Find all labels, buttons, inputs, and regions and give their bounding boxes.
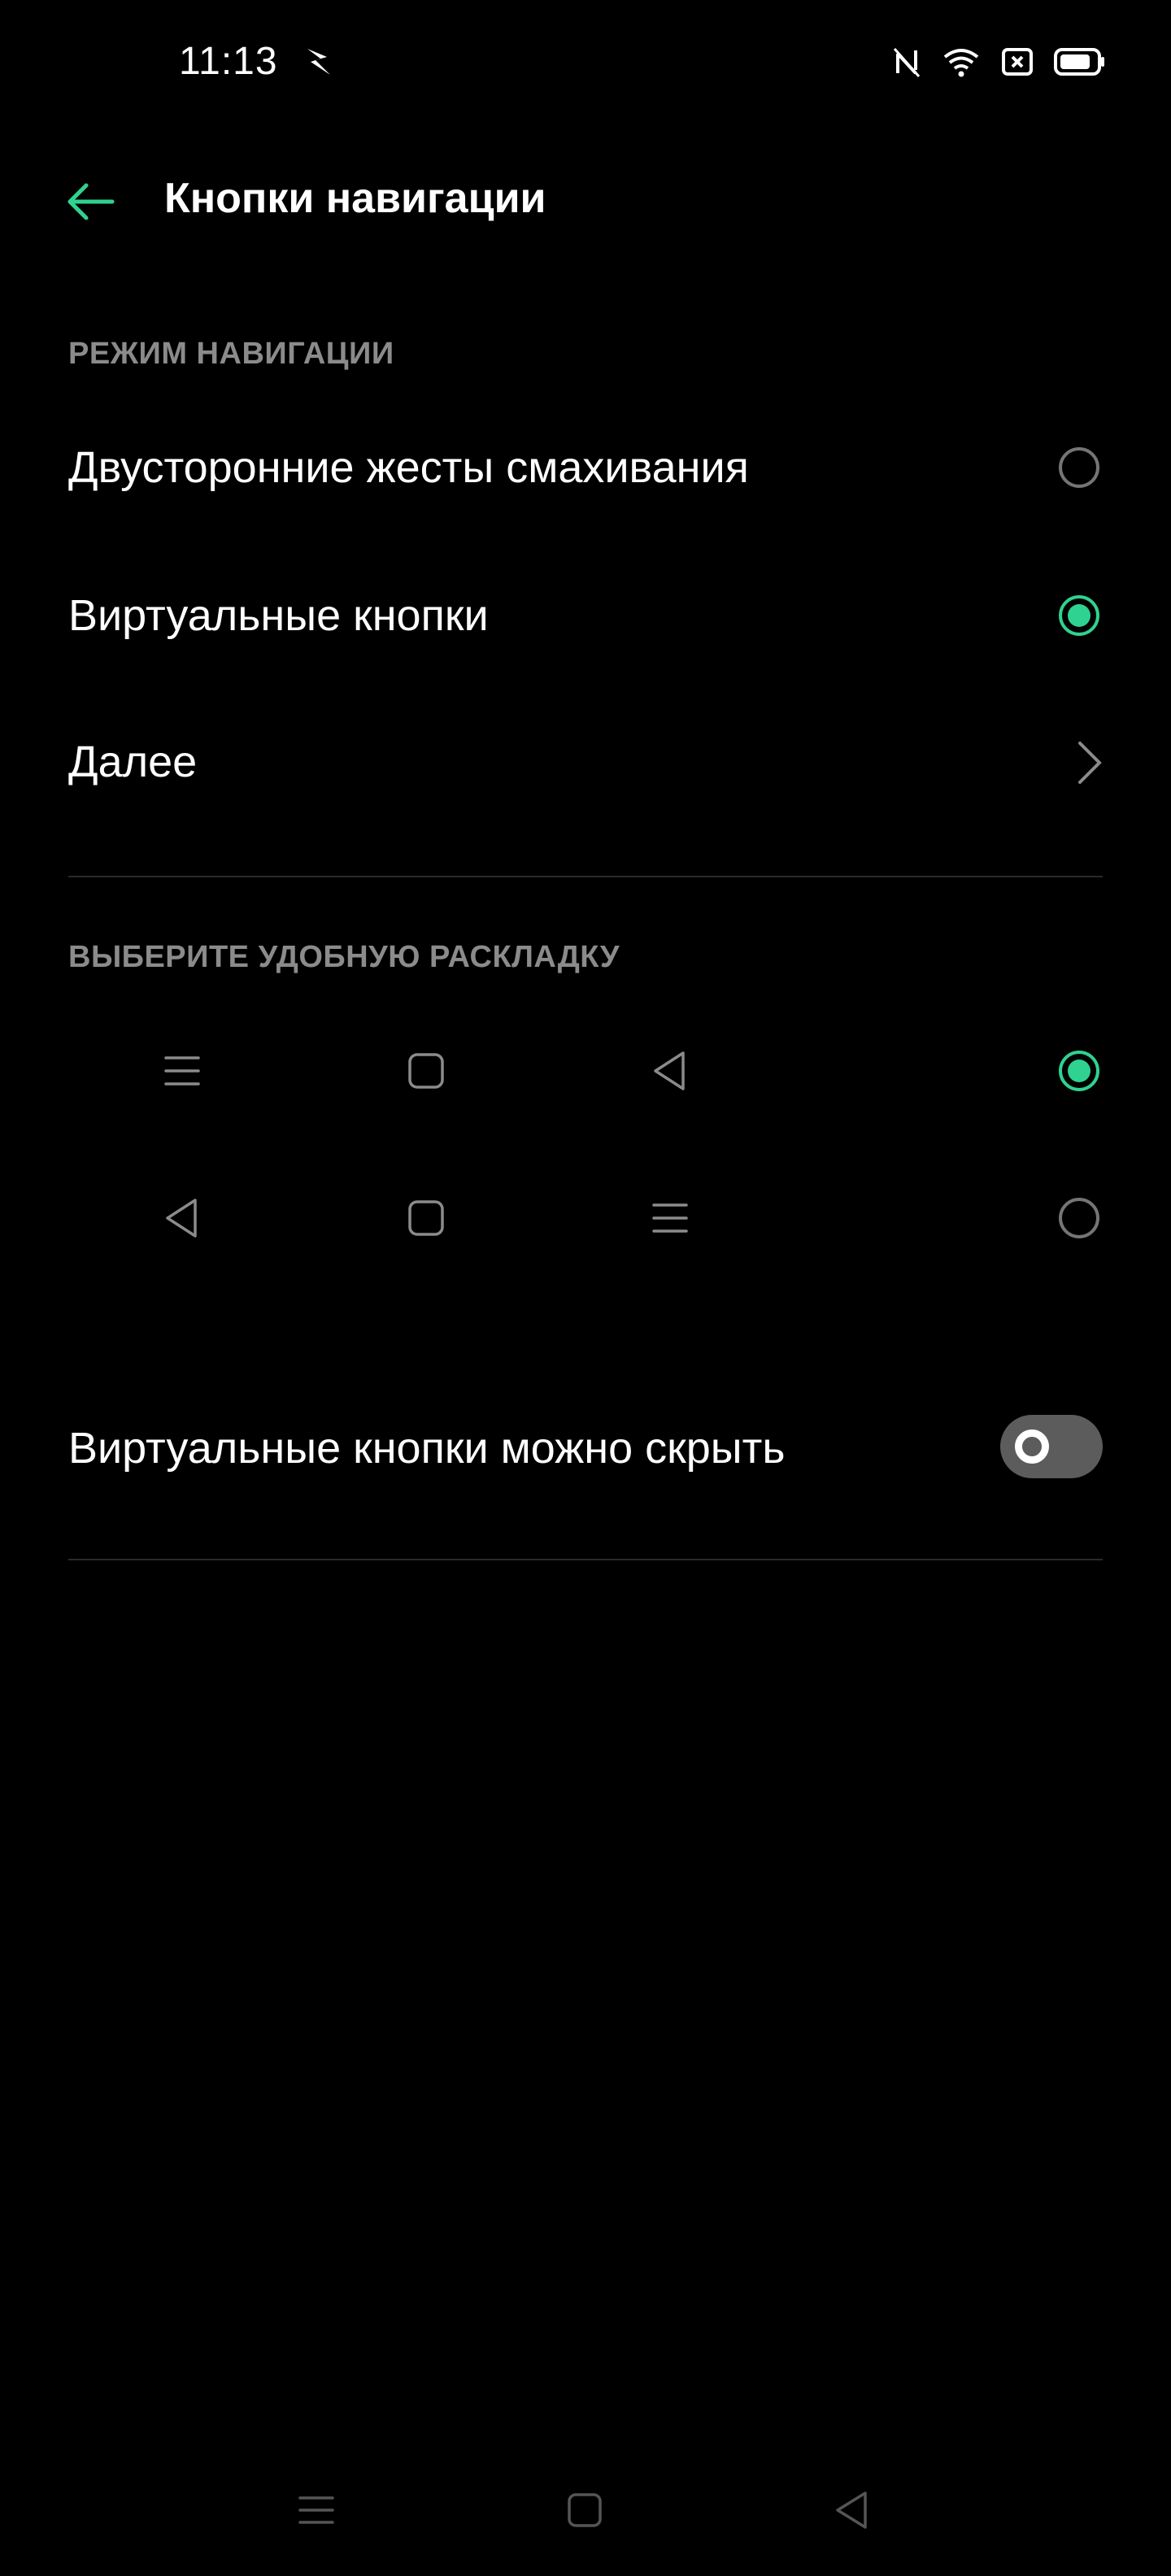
wifi-icon	[943, 49, 979, 77]
toggle-knob	[1015, 1429, 1049, 1464]
chevron-right-icon[interactable]	[1075, 738, 1104, 787]
radio-gestures[interactable]	[1059, 447, 1099, 488]
section-title-navigation-mode: РЕЖИМ НАВИГАЦИИ	[68, 337, 394, 371]
menu-icon	[652, 1203, 688, 1233]
back-triangle-icon	[654, 1051, 685, 1090]
sim-icon	[1002, 48, 1033, 76]
battery-icon	[1054, 48, 1104, 76]
home-square-icon	[408, 1200, 444, 1236]
hide-buttons-toggle[interactable]	[1000, 1415, 1103, 1478]
system-menu-icon[interactable]	[296, 2490, 337, 2530]
home-square-icon	[408, 1053, 444, 1089]
menu-icon	[164, 1056, 200, 1086]
radio-layout-2[interactable]	[1059, 1198, 1099, 1238]
radio-layout-1[interactable]	[1059, 1051, 1099, 1091]
radio-virtual-buttons[interactable]	[1059, 595, 1099, 636]
notification-icon	[307, 49, 330, 75]
system-home-icon[interactable]	[564, 2490, 605, 2530]
hide-buttons-label: Виртуальные кнопки можно скрыть	[68, 1424, 786, 1473]
status-time: 11:13	[179, 40, 278, 83]
more-label[interactable]: Далее	[68, 737, 197, 787]
option-label-virtual-buttons[interactable]: Виртуальные кнопки	[68, 590, 489, 641]
section-title-layout: ВЫБЕРИТЕ УДОБНУЮ РАСКЛАДКУ	[68, 940, 620, 974]
status-icons	[893, 46, 1106, 78]
page-title: Кнопки навигации	[164, 175, 546, 222]
system-back-icon[interactable]	[831, 2490, 872, 2530]
back-triangle-icon	[166, 1199, 197, 1238]
divider	[68, 876, 1103, 877]
nfc-icon	[893, 48, 921, 77]
divider	[68, 1559, 1103, 1560]
back-arrow-icon[interactable]	[63, 179, 115, 224]
option-label-gestures[interactable]: Двусторонние жесты смахивания	[68, 442, 749, 493]
